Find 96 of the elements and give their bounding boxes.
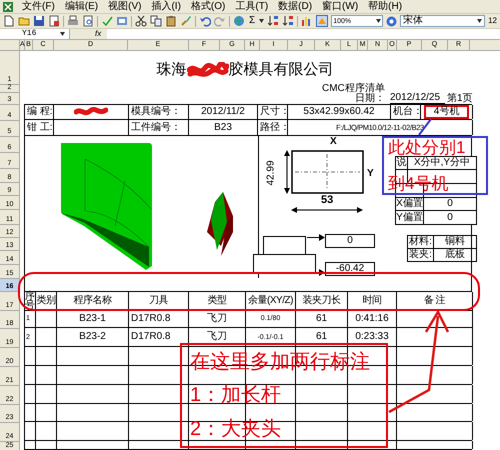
field-label: 路径：: [260, 122, 290, 133]
field-label: X偏置: [396, 199, 423, 209]
table-cell: B23-2: [79, 332, 106, 342]
offset-value: 0: [325, 234, 375, 248]
undo-icon[interactable]: [199, 15, 211, 27]
menu-item[interactable]: 视图(V): [107, 2, 142, 12]
dimension-value: 53: [321, 195, 334, 206]
pointer-arrow: [317, 269, 325, 276]
field-value: 铜料: [445, 237, 465, 247]
print-icon[interactable]: [67, 15, 79, 27]
save-icon[interactable]: [33, 15, 45, 27]
field-value: 4号机: [424, 105, 470, 120]
redaction-scribble: [186, 62, 228, 78]
company-name: 胶模具有限公司: [228, 62, 334, 78]
function-button[interactable]: fx: [95, 30, 102, 38]
font-size-field[interactable]: 12: [488, 17, 497, 25]
caret-icon[interactable]: [376, 19, 382, 23]
pointer-arrow: [307, 234, 325, 241]
drawing-icon[interactable]: [316, 15, 328, 27]
field-value: 0: [447, 212, 453, 222]
field-value: 底板: [445, 250, 465, 260]
table-cell: D17R0.8: [131, 314, 170, 324]
font-field[interactable]: 宋体: [400, 15, 486, 27]
field-value: 53x42.99x60.42: [303, 107, 375, 118]
field-label: 钳 工:: [27, 122, 53, 133]
date-value: 2012/12/25: [390, 93, 445, 104]
annotation-text: 此处分别1: [388, 139, 466, 156]
name-box[interactable]: Y16: [0, 29, 70, 39]
menu-item[interactable]: 插入(I): [150, 2, 182, 12]
spreadsheet-icon[interactable]: [3, 2, 13, 12]
globe-icon[interactable]: [233, 15, 245, 27]
page-number: 第1页: [447, 94, 473, 104]
formula-field[interactable]: [107, 29, 500, 39]
column-header: 类别: [36, 296, 56, 306]
field-label: 模具编号：: [131, 107, 181, 118]
menu-item[interactable]: 工具(T): [234, 2, 270, 12]
field-value: B23: [214, 122, 232, 133]
table-cell: 0:41:16: [355, 314, 389, 324]
column-header: 余量(XY/Z): [248, 296, 293, 306]
caret-icon[interactable]: [477, 19, 482, 23]
column-header: 装夹刀长: [302, 296, 340, 306]
sort-descending-icon[interactable]: [282, 15, 294, 27]
table-cell: 飞刀: [207, 314, 227, 324]
menu-item[interactable]: 编辑(E): [64, 2, 100, 12]
caret-icon[interactable]: [60, 32, 65, 36]
cut-icon[interactable]: [135, 15, 147, 27]
column-header: 类型: [208, 296, 226, 306]
name-box-value: Y16: [22, 30, 36, 38]
redaction-scribble: [74, 107, 108, 118]
menu-item[interactable]: 数据(D): [277, 2, 314, 12]
caret-icon[interactable]: [259, 19, 264, 23]
column-header: 程序名称: [74, 296, 112, 306]
sum-button[interactable]: Σ: [248, 16, 256, 26]
field-label: 工件编号：: [131, 122, 181, 133]
menu-item[interactable]: 窗口(W): [321, 2, 360, 12]
paste-icon[interactable]: [165, 15, 177, 27]
part-3d-drawing: [205, 190, 233, 258]
table-cell: 飞刀: [207, 332, 227, 342]
field-value: 0: [447, 199, 453, 209]
field-value: X分中,Y分中: [414, 158, 470, 168]
table-cell: B23-1: [79, 314, 106, 324]
table-cell: 61: [316, 314, 328, 324]
menu-item[interactable]: 格式(O): [190, 2, 226, 12]
axis-label: Y: [367, 169, 374, 179]
dimension-arrow: [284, 150, 290, 194]
menu-item[interactable]: 帮助(H): [367, 2, 404, 12]
field-label: 尺寸：: [260, 107, 290, 118]
field-label: 材料:: [409, 237, 432, 247]
preview-icon[interactable]: [82, 15, 94, 27]
help-icon[interactable]: [386, 16, 398, 26]
font-value: 宋体: [403, 16, 424, 26]
axis-label: X: [330, 137, 337, 147]
table-cell: 0:23:33: [355, 332, 389, 342]
column-header: 时间: [362, 296, 382, 306]
document-icon[interactable]: [48, 15, 60, 27]
field-label: 编 程:: [27, 107, 53, 118]
field-label: 机台：: [393, 107, 423, 118]
field-label: 装夹:: [409, 250, 432, 260]
table-cell: D17R0.8: [131, 332, 170, 342]
offset-value: -60.42: [325, 262, 375, 276]
column-header: 刀具: [149, 296, 168, 306]
menu-item[interactable]: 文件(F): [21, 2, 56, 12]
sort-ascending-icon[interactable]: [267, 15, 280, 27]
dimension-arrow: [291, 207, 363, 213]
copy-icon[interactable]: [150, 15, 162, 27]
field-value: 2012/11/2: [201, 107, 245, 118]
brush-icon[interactable]: [180, 15, 192, 27]
document-title: CMC程序清单: [321, 84, 386, 94]
check-icon[interactable]: [101, 15, 113, 27]
field-label: Y偏置: [396, 212, 423, 222]
field-label: 说: [396, 158, 406, 168]
column-header: 备 注: [424, 296, 446, 306]
table-cell: 61: [316, 332, 328, 342]
company-name: 珠海: [156, 62, 186, 78]
date-label: 日期：: [355, 94, 385, 104]
dimension-value: 42.99: [266, 160, 277, 186]
